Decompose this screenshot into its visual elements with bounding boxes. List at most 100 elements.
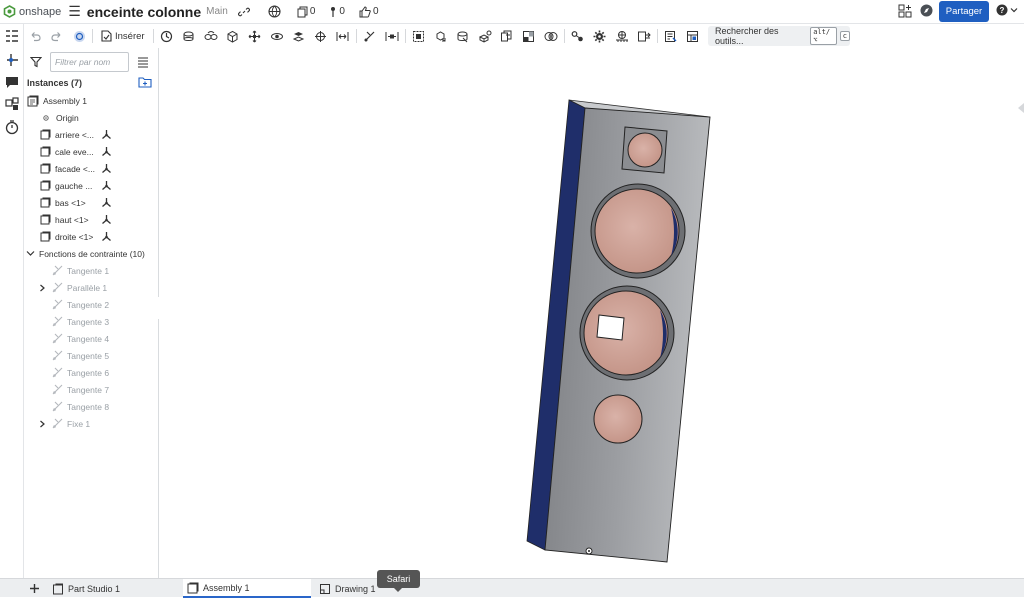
tree-item-origin[interactable]: Origin bbox=[42, 109, 177, 126]
rollback-icon bbox=[73, 30, 85, 42]
constraint-icon bbox=[52, 265, 63, 276]
tree-item-constraint[interactable]: Tangente 8 bbox=[38, 398, 173, 415]
origin-marker-dot bbox=[588, 550, 590, 552]
explode-view-button[interactable] bbox=[496, 25, 518, 47]
replicate-button[interactable] bbox=[430, 25, 452, 47]
tree-item-constraint[interactable]: Tangente 2 bbox=[38, 296, 173, 313]
feature-list-icon[interactable] bbox=[4, 28, 20, 44]
tree-item-constraint[interactable]: Parallèle 1 bbox=[38, 279, 173, 296]
speaker-model[interactable] bbox=[159, 48, 1024, 578]
toolbar-separator bbox=[656, 29, 658, 43]
tree-item-part[interactable]: gauche ... bbox=[40, 177, 175, 194]
learning-center-icon[interactable] bbox=[920, 4, 933, 17]
filter-by-name-input[interactable]: Filtrer par nom bbox=[50, 52, 129, 72]
tree-item-constraint[interactable]: Tangente 4 bbox=[38, 330, 173, 347]
mate-connector-icon bbox=[102, 130, 111, 139]
measure-button[interactable] bbox=[660, 25, 682, 47]
mate-connector-icon[interactable] bbox=[4, 52, 20, 68]
distance-mate-button[interactable] bbox=[381, 25, 403, 47]
animation-timer-icon[interactable] bbox=[4, 119, 20, 135]
tree-item-part[interactable]: droite <1> bbox=[40, 228, 175, 245]
part-instance-icon bbox=[40, 214, 51, 225]
comment-icon[interactable] bbox=[4, 74, 20, 90]
help-menu[interactable]: ? bbox=[996, 4, 1018, 16]
gear-relation-button[interactable] bbox=[589, 25, 611, 47]
globe-icon[interactable] bbox=[268, 5, 283, 18]
tree-item-part[interactable]: haut <1> bbox=[40, 211, 175, 228]
woofer-1-driver bbox=[594, 188, 680, 274]
thumbs-up-icon bbox=[359, 5, 371, 17]
app-store-icon[interactable] bbox=[898, 4, 912, 18]
part-instance-icon bbox=[40, 231, 51, 242]
tree-item-constraints-group[interactable]: Fonctions de contrainte (10) bbox=[26, 245, 161, 262]
tab-part-studio[interactable]: Part Studio 1 bbox=[48, 579, 180, 598]
part-instance-icon bbox=[40, 163, 51, 174]
view-cube-edge-icon[interactable] bbox=[1017, 103, 1024, 113]
tree-item-constraint[interactable]: Tangente 1 bbox=[38, 262, 173, 279]
share-button[interactable]: Partager bbox=[939, 1, 989, 22]
part-label: bas <1> bbox=[55, 197, 86, 208]
section-view-button[interactable] bbox=[518, 25, 540, 47]
insert-button[interactable]: Insérer bbox=[101, 30, 145, 42]
screw-relation-button[interactable] bbox=[633, 25, 655, 47]
document-title[interactable]: enceinte colonne bbox=[87, 4, 201, 20]
group-button[interactable] bbox=[408, 25, 430, 47]
interference-icon bbox=[544, 31, 558, 41]
slider-mate-button[interactable] bbox=[200, 25, 222, 47]
onshape-logo[interactable]: onshape bbox=[3, 5, 61, 18]
linear-pattern-button[interactable] bbox=[452, 25, 474, 47]
interference-button[interactable] bbox=[540, 25, 562, 47]
tree-item-part[interactable]: arriere <... bbox=[40, 126, 175, 143]
tree-item-part[interactable]: bas <1> bbox=[40, 194, 175, 211]
circular-pattern-button[interactable] bbox=[474, 25, 496, 47]
slider-mate-icon bbox=[204, 30, 218, 40]
group-icon bbox=[413, 30, 425, 42]
constraint-label: Tangente 8 bbox=[67, 401, 110, 412]
planar-mate-button[interactable] bbox=[266, 25, 288, 47]
undo-button[interactable] bbox=[24, 25, 46, 47]
tree-item-constraint[interactable]: Tangente 7 bbox=[38, 381, 173, 398]
link-icon[interactable] bbox=[237, 6, 252, 18]
constraint-label: Tangente 7 bbox=[67, 384, 110, 395]
tree-item-constraint[interactable]: Tangente 5 bbox=[38, 347, 173, 364]
properties-button[interactable] bbox=[682, 25, 704, 47]
comments-counter[interactable]: 0 bbox=[329, 6, 345, 18]
tree-item-assembly[interactable]: Assembly 1 bbox=[27, 92, 162, 109]
pin-slot-mate-button[interactable] bbox=[244, 25, 266, 47]
cylindrical-mate-button[interactable] bbox=[222, 25, 244, 47]
tree-item-part[interactable]: facade <... bbox=[40, 160, 175, 177]
shortcut-key-c: c bbox=[839, 31, 850, 41]
versions-counter[interactable]: 0 bbox=[297, 6, 315, 18]
rack-pinion-button[interactable] bbox=[611, 25, 633, 47]
graphics-viewport[interactable] bbox=[159, 48, 1024, 578]
likes-counter[interactable]: 0 bbox=[359, 5, 379, 18]
add-tab-icon[interactable] bbox=[29, 583, 40, 594]
part-label: cale eve... bbox=[55, 146, 94, 157]
parallel-mate-button[interactable] bbox=[288, 25, 310, 47]
redo-button[interactable] bbox=[46, 25, 68, 47]
list-view-icon[interactable] bbox=[137, 56, 149, 68]
chevron-down-icon bbox=[1010, 8, 1018, 13]
tangent-mate-button[interactable] bbox=[359, 25, 381, 47]
search-tools-field[interactable]: Rechercher des outils... alt/⌥ c bbox=[708, 26, 850, 46]
tree-item-part[interactable]: cale eve... bbox=[40, 143, 175, 160]
new-folder-icon[interactable] bbox=[138, 76, 152, 88]
ball-mate-icon bbox=[315, 30, 327, 42]
linear-pattern-icon bbox=[457, 31, 468, 42]
likes-count: 0 bbox=[372, 6, 379, 17]
tree-item-constraint[interactable]: Fixe 1 bbox=[38, 415, 173, 432]
ball-mate-button[interactable] bbox=[310, 25, 332, 47]
menu-icon[interactable]: ☰ bbox=[68, 3, 81, 20]
constraint-icon bbox=[52, 367, 63, 378]
tab-assembly[interactable]: Assembly 1 bbox=[183, 579, 311, 598]
filter-icon[interactable] bbox=[30, 56, 42, 68]
bill-of-materials-icon[interactable] bbox=[4, 96, 20, 112]
branch-name[interactable]: Main bbox=[206, 6, 228, 17]
mate-relation-button[interactable] bbox=[567, 25, 589, 47]
fastened-mate-button[interactable] bbox=[156, 25, 178, 47]
tree-item-constraint[interactable]: Tangente 3 bbox=[38, 313, 173, 330]
rollback-button[interactable] bbox=[68, 25, 90, 47]
width-mate-button[interactable] bbox=[332, 25, 354, 47]
revolute-mate-button[interactable] bbox=[178, 25, 200, 47]
tree-item-constraint[interactable]: Tangente 6 bbox=[38, 364, 173, 381]
